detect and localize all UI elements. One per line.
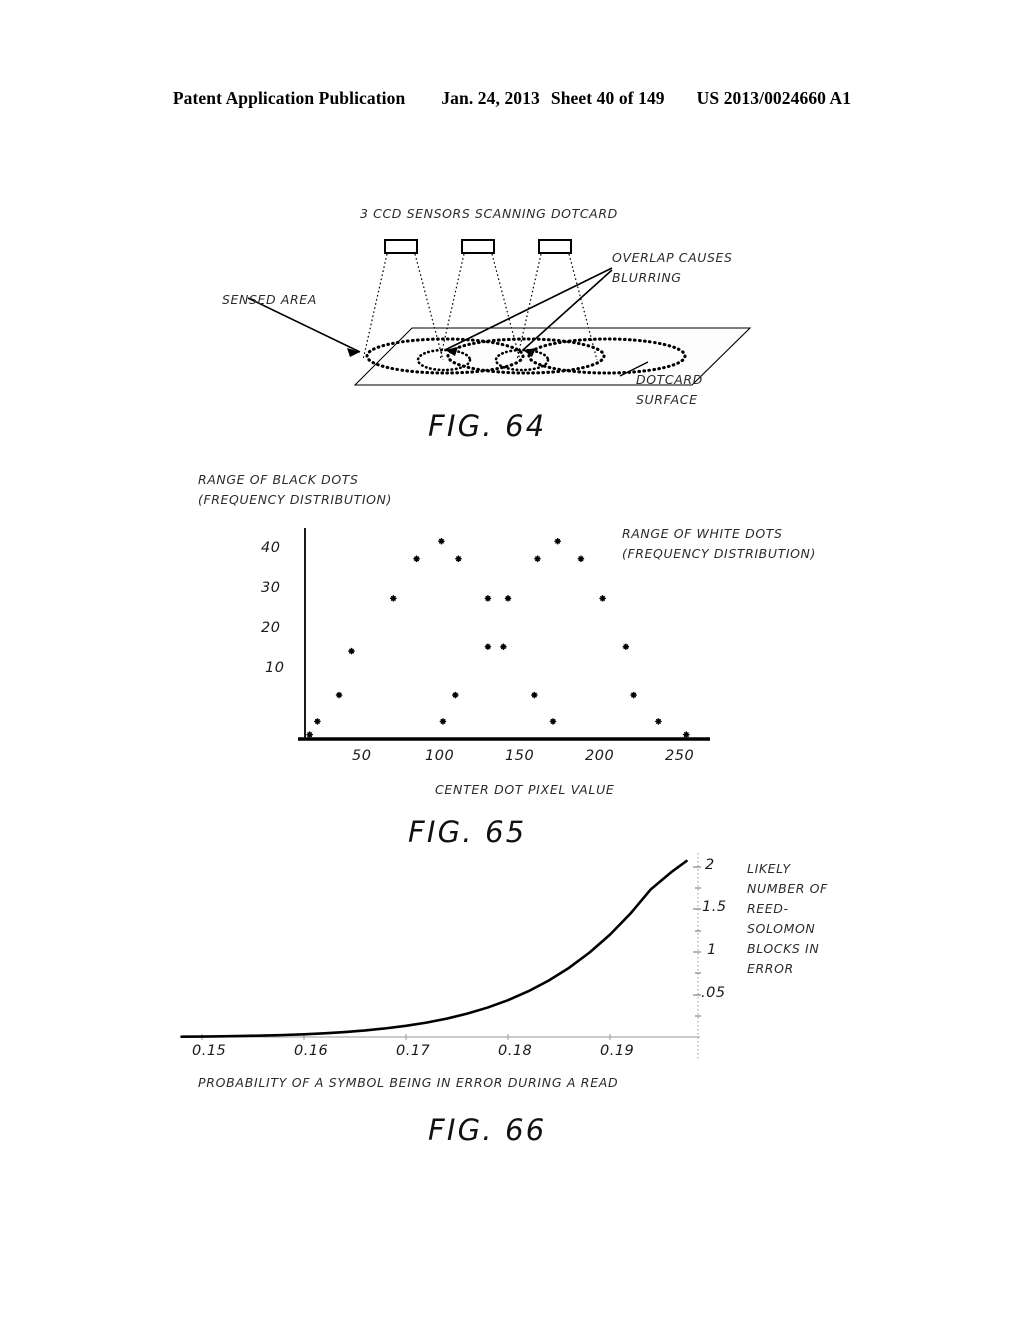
scatter-point (630, 691, 637, 699)
fig65-ytick-10: 10 (265, 660, 285, 676)
fig66-xtick-018: 0.18 (498, 1043, 533, 1059)
label-overlap-causes: OVERLAP CAUSES (612, 250, 733, 265)
ccd-sensor-boxes (384, 239, 572, 254)
fig66-xtick-016: 0.16 (294, 1043, 329, 1059)
header-publication-number: US 2013/0024660 A1 (696, 88, 852, 108)
scatter-point (413, 555, 420, 563)
fig66-note-likely: LIKELY (747, 861, 791, 876)
fig66-note-number-of: NUMBER OF (747, 881, 828, 896)
fig65-xtick-200: 200 (585, 748, 615, 764)
fig66-ytick-1p5: 1.5 (702, 899, 727, 915)
scatter-point (682, 731, 690, 738)
fig66-ytick-2: 2 (705, 857, 715, 873)
header-publication: Patent Application Publication (172, 88, 406, 108)
fig66-note-reed: REED- (747, 901, 789, 916)
scatter-point (484, 594, 492, 602)
fig66-xtick-017: 0.17 (396, 1043, 431, 1059)
figure-66-caption: FIG. 66 (428, 1113, 547, 1147)
fig66-xtick-015: 0.15 (192, 1043, 227, 1059)
header-sheet: Sheet 40 of 149 (550, 88, 665, 108)
label-blurring: BLURRING (612, 270, 682, 285)
figure-64-caption: FIG. 64 (428, 409, 547, 443)
label-surface: SURFACE (636, 392, 698, 407)
header-date: Jan. 24, 2013 (441, 88, 540, 108)
scatter-point (452, 691, 459, 699)
fig65-data-points (306, 537, 690, 738)
fig65-xtick-50: 50 (352, 748, 372, 764)
scatter-point (348, 647, 355, 655)
fig66-xtick-019: 0.19 (600, 1043, 635, 1059)
scatter-point (504, 594, 512, 602)
scatter-point (531, 691, 538, 699)
fig66-ytick-1: 1 (707, 942, 717, 958)
fig65-xtick-100: 100 (425, 748, 455, 764)
scatter-point (306, 731, 313, 738)
scatter-point (577, 555, 585, 563)
scatter-point (500, 643, 507, 651)
scatter-point (390, 594, 397, 602)
fig66-note-error: ERROR (747, 961, 794, 976)
fig65-ytick-30: 30 (261, 580, 281, 596)
scatter-point (622, 643, 630, 651)
scatter-point (554, 537, 561, 545)
fig66-note-blocks-in: BLOCKS IN (747, 941, 820, 956)
figure-65: RANGE OF BLACK DOTS (FREQUENCY DISTRIBUT… (180, 470, 860, 870)
fig66-note-solomon: SOLOMON (747, 921, 816, 936)
scatter-point (439, 718, 447, 725)
label-sensed-area: SENSED AREA (222, 292, 317, 307)
scatter-point (599, 594, 606, 602)
fig66-ytick-p05: .05 (701, 985, 726, 1001)
fig65-ytick-40: 40 (261, 540, 281, 556)
label-dotcard: DOTCARD (636, 372, 703, 387)
scatter-point (655, 718, 662, 725)
fig66-x-axis-title: PROBABILITY OF A SYMBOL BEING IN ERROR D… (198, 1075, 619, 1090)
figure-64: 3 CCD SENSORS SCANNING DOTCARD OVERLAP C… (200, 190, 820, 460)
scatter-point (438, 537, 445, 545)
fig65-ytick-20: 20 (261, 620, 281, 636)
scatter-point (484, 643, 492, 651)
scatter-point (455, 555, 462, 563)
scatter-point (549, 718, 557, 725)
fig65-xtick-250: 250 (665, 748, 695, 764)
fig66-curve (180, 859, 688, 1038)
page-header: Patent Application Publication Jan. 24, … (0, 88, 1024, 109)
figure-66: 2 1.5 1 .05 LIKELY NUMBER OF REED- SOLOM… (180, 845, 880, 1175)
fig66-y-ticks (693, 866, 701, 1017)
fig65-xtick-150: 150 (505, 748, 535, 764)
scatter-point (335, 691, 343, 699)
fig65-x-axis-title: CENTER DOT PIXEL VALUE (435, 782, 615, 797)
scatter-point (314, 718, 321, 725)
label-ccd-sensors: 3 CCD SENSORS SCANNING DOTCARD (360, 206, 618, 221)
figure-65-caption: FIG. 65 (408, 815, 527, 849)
scatter-point (534, 555, 541, 563)
